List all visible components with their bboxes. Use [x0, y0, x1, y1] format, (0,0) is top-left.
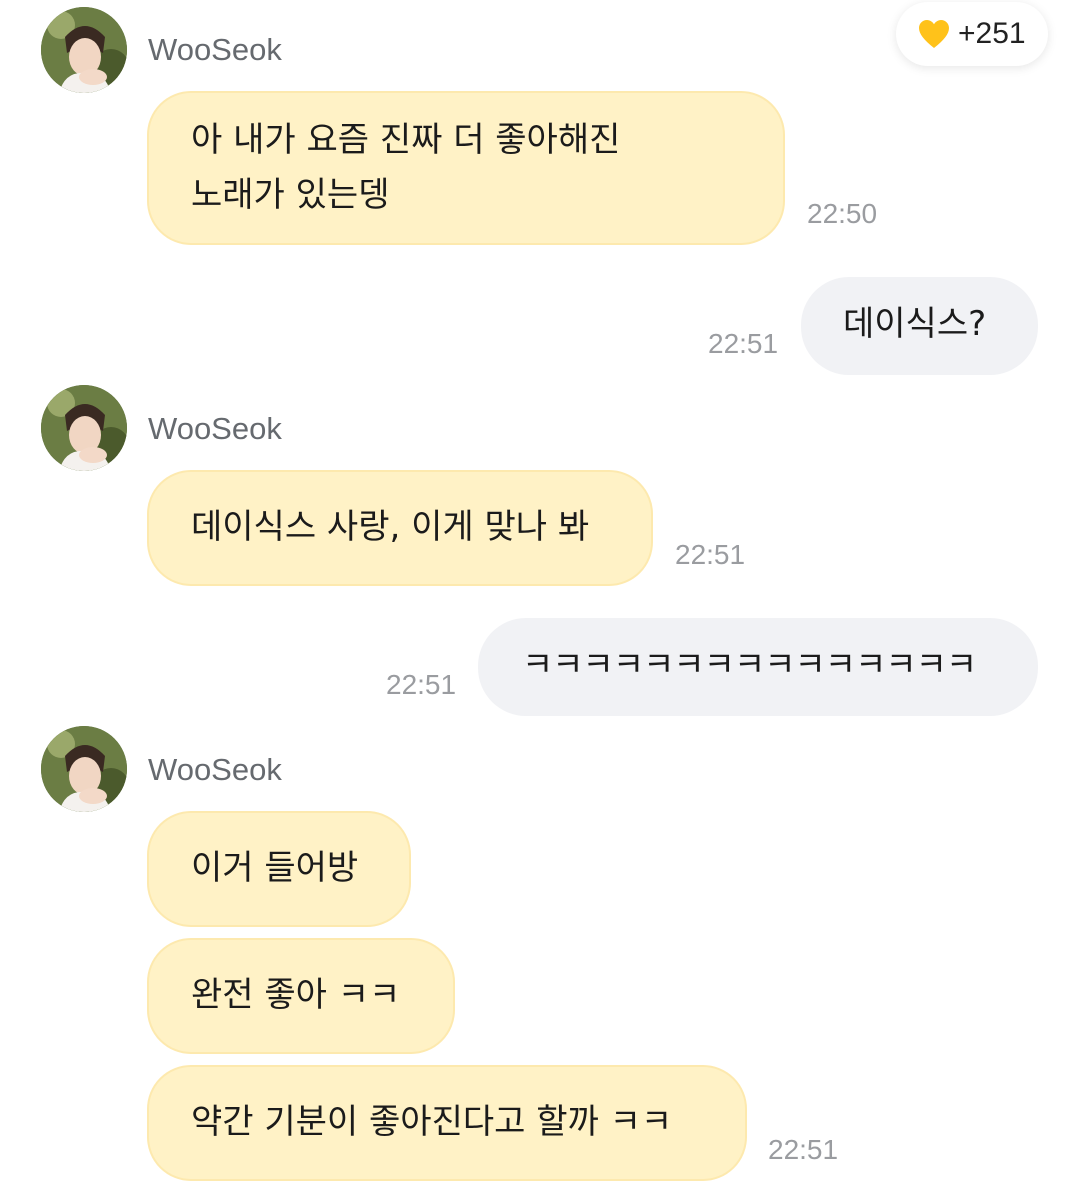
avatar-image — [41, 726, 127, 812]
incoming-message-bubble[interactable]: 이거 들어방 — [147, 811, 411, 927]
message-text: 데이식스? — [843, 304, 987, 344]
message-timestamp: 22:51 — [675, 539, 746, 570]
heart-count-badge[interactable]: +251 — [896, 2, 1048, 66]
message-text-line: 노래가 있는뎅 — [191, 175, 390, 215]
avatar[interactable] — [41, 726, 127, 812]
message-text-line: 아 내가 요즘 진짜 더 좋아해진 — [191, 120, 621, 160]
sender-name: WooSeok — [148, 752, 282, 787]
outgoing-message-bubble[interactable]: 데이식스? — [801, 277, 1038, 375]
message-timestamp: 22:51 — [708, 328, 779, 359]
avatar[interactable] — [41, 7, 127, 93]
message-text: 이거 들어방 — [191, 848, 359, 888]
message-text: ㅋㅋㅋㅋㅋㅋㅋㅋㅋㅋㅋㅋㅋㅋㅋ — [522, 645, 977, 685]
avatar[interactable] — [41, 385, 127, 471]
incoming-message-bubble[interactable]: 데이식스 사랑, 이게 맞나 봐 — [147, 470, 653, 586]
incoming-message-bubble[interactable]: 아 내가 요즘 진짜 더 좋아해진 노래가 있는뎅 — [147, 91, 785, 245]
message-text: 데이식스 사랑, 이게 맞나 봐 — [191, 507, 590, 547]
incoming-message-bubble[interactable]: 완전 좋아 ㅋㅋ — [147, 938, 455, 1054]
message-timestamp: 22:50 — [807, 198, 878, 229]
message-text: 약간 기분이 좋아진다고 할까 ㅋㅋ — [191, 1102, 673, 1142]
sender-name: WooSeok — [148, 411, 282, 446]
message-timestamp: 22:51 — [768, 1134, 839, 1165]
incoming-message-bubble[interactable]: 약간 기분이 좋아진다고 할까 ㅋㅋ — [147, 1065, 747, 1181]
message-text: 완전 좋아 ㅋㅋ — [191, 975, 401, 1015]
avatar-image — [41, 7, 127, 93]
message-timestamp: 22:51 — [386, 669, 457, 700]
heart-icon — [919, 20, 949, 48]
outgoing-message-bubble[interactable]: ㅋㅋㅋㅋㅋㅋㅋㅋㅋㅋㅋㅋㅋㅋㅋ — [478, 618, 1038, 716]
avatar-image — [41, 385, 127, 471]
heart-count: +251 — [958, 17, 1026, 50]
sender-name: WooSeok — [148, 32, 282, 67]
